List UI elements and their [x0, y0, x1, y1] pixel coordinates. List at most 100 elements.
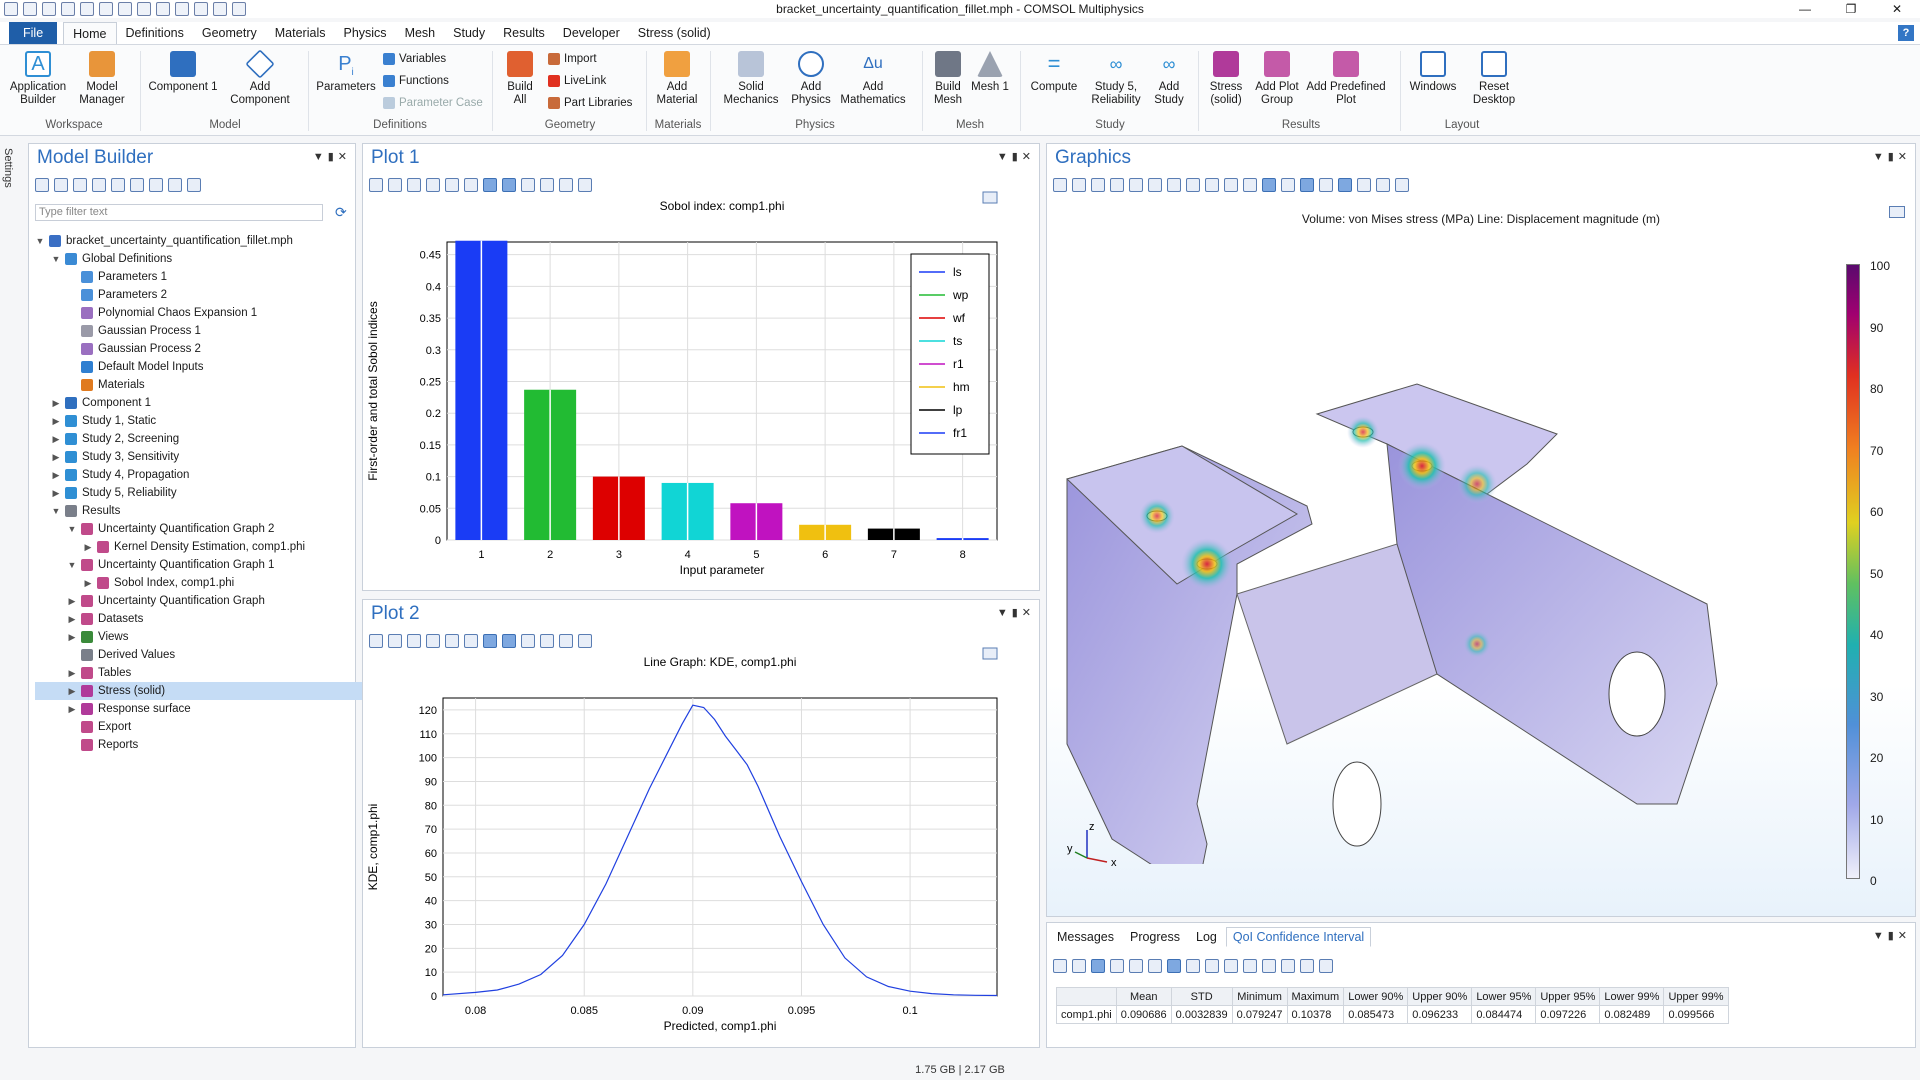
plot-table-icon[interactable]	[1243, 959, 1257, 973]
panel-controls[interactable]: ▼▮✕	[1873, 150, 1911, 163]
chevron-right-icon[interactable]: ▶	[51, 466, 61, 484]
chevron-down-icon[interactable]: ▼	[67, 520, 77, 538]
tree-item[interactable]: ▶ Study 1, Static	[35, 412, 375, 430]
minimize-button[interactable]: —	[1782, 0, 1828, 18]
tree-item[interactable]: ▶ Kernel Density Estimation, comp1.phi	[35, 538, 375, 556]
add-predefined-plot-button[interactable]: Add Predefined Plot	[1306, 51, 1386, 107]
zoom-in-icon[interactable]	[1053, 178, 1067, 192]
zoom-box-icon[interactable]	[1091, 178, 1105, 192]
tab-geometry[interactable]: Geometry	[193, 22, 266, 44]
view-3d-icon[interactable]	[1205, 178, 1219, 192]
chevron-right-icon[interactable]: ▶	[67, 664, 77, 682]
down-icon[interactable]	[92, 178, 106, 192]
scene-light-icon[interactable]	[1281, 178, 1295, 192]
collapse-icon[interactable]	[130, 178, 144, 192]
tab-qoi-confidence-interval[interactable]: QoI Confidence Interval	[1225, 927, 1372, 947]
back-icon[interactable]	[35, 178, 49, 192]
close-button[interactable]: ✕	[1874, 0, 1920, 18]
chevron-down-icon[interactable]: ▼	[51, 250, 61, 268]
graph-icon[interactable]	[1262, 959, 1276, 973]
wireframe-icon[interactable]	[1300, 178, 1314, 192]
tree-item[interactable]: ▼ Uncertainty Quantification Graph 1	[35, 556, 375, 574]
histogram-icon[interactable]	[1281, 959, 1295, 973]
add-mathematics-button[interactable]: Δu Add Mathematics	[838, 51, 908, 107]
copy-table-icon[interactable]	[1300, 959, 1314, 973]
tab-physics[interactable]: Physics	[334, 22, 395, 44]
build-mesh-button[interactable]: Build Mesh	[928, 51, 968, 107]
chevron-right-icon[interactable]: ▶	[51, 448, 61, 466]
panel-controls[interactable]: ▼▮✕	[313, 150, 351, 163]
sort-icon[interactable]	[168, 178, 182, 192]
tree-item[interactable]: ▶ Tables	[35, 664, 375, 682]
camera-icon[interactable]	[1376, 178, 1390, 192]
chevron-right-icon[interactable]: ▶	[83, 574, 93, 592]
auto-format-icon[interactable]	[1091, 959, 1105, 973]
tree-item[interactable]: Gaussian Process 1	[35, 322, 375, 340]
save-as-icon[interactable]	[80, 2, 94, 16]
panel-controls[interactable]: ▼▮✕	[1873, 929, 1911, 942]
delete-icon[interactable]	[1224, 959, 1238, 973]
tree-item[interactable]: ▶ Response surface	[35, 700, 375, 718]
add-plot-group-button[interactable]: Add Plot Group	[1250, 51, 1304, 107]
part-libraries-button[interactable]: Part Libraries	[548, 97, 632, 109]
view-yz-icon[interactable]	[1167, 178, 1181, 192]
tree-item[interactable]: ▶ Study 5, Reliability	[35, 484, 375, 502]
precision-icon[interactable]	[1129, 959, 1143, 973]
go-to-view-icon[interactable]	[1224, 178, 1238, 192]
chevron-right-icon[interactable]: ▶	[51, 412, 61, 430]
legend-toggle-icon[interactable]	[982, 647, 998, 660]
tab-progress[interactable]: Progress	[1123, 927, 1187, 947]
parameters-button[interactable]: Pi Parameters	[316, 51, 376, 94]
tab-stress-solid[interactable]: Stress (solid)	[629, 22, 720, 44]
chevron-right-icon[interactable]: ▶	[83, 538, 93, 556]
tree-item[interactable]: ▶ Stress (solid)	[35, 682, 375, 700]
grid-display-icon[interactable]	[1319, 178, 1333, 192]
tree-item[interactable]: Parameters 2	[35, 286, 375, 304]
print-icon[interactable]	[1395, 178, 1409, 192]
add-material-button[interactable]: Add Material	[652, 51, 702, 107]
functions-button[interactable]: Functions	[383, 75, 449, 87]
tree-item[interactable]: ▶ Study 3, Sensitivity	[35, 448, 375, 466]
zoom-extents-icon[interactable]	[1110, 178, 1124, 192]
precision-icon[interactable]	[1110, 959, 1124, 973]
undo-icon[interactable]	[99, 2, 113, 16]
save-icon[interactable]	[61, 2, 75, 16]
file-menu[interactable]: File	[9, 22, 58, 44]
tree-item[interactable]: ▼ Uncertainty Quantification Graph 2	[35, 520, 375, 538]
stress-solid-button[interactable]: Stress (solid)	[1204, 51, 1248, 107]
legend-toggle-icon[interactable]	[1889, 206, 1905, 218]
tab-developer[interactable]: Developer	[554, 22, 629, 44]
tree-item[interactable]: ▶ Uncertainty Quantification Graph	[35, 592, 375, 610]
chevron-right-icon[interactable]: ▶	[67, 700, 77, 718]
tree-item[interactable]: ▶ Study 4, Propagation	[35, 466, 375, 484]
bracket-3d-model[interactable]	[1057, 244, 1817, 864]
solid-mechanics-button[interactable]: Solid Mechanics	[716, 51, 786, 107]
table-row[interactable]: comp1.phi 0.090686 0.0032839 0.079247 0.1037…	[1056, 1005, 1729, 1024]
chevron-right-icon[interactable]: ▶	[67, 592, 77, 610]
tree-item[interactable]: Polynomial Chaos Expansion 1	[35, 304, 375, 322]
tree-item[interactable]: Derived Values	[35, 646, 375, 664]
tab-messages[interactable]: Messages	[1050, 927, 1121, 947]
compute-button[interactable]: = Compute	[1026, 51, 1082, 94]
columns-icon[interactable]	[1319, 959, 1333, 973]
tree-item[interactable]: Gaussian Process 2	[35, 340, 375, 358]
add-study-button[interactable]: ∞ Add Study	[1150, 51, 1188, 107]
reset-desktop-button[interactable]: Reset Desktop	[1466, 51, 1522, 107]
rotate-icon[interactable]	[1129, 178, 1143, 192]
refresh-icon[interactable]: ⟳	[335, 204, 351, 220]
chevron-down-icon[interactable]: ▼	[67, 556, 77, 574]
tree-item[interactable]: Export	[35, 718, 375, 736]
select-icon[interactable]	[1243, 178, 1257, 192]
chevron-right-icon[interactable]: ▶	[51, 430, 61, 448]
livelink-button[interactable]: LiveLink	[548, 75, 606, 87]
build-all-button[interactable]: Build All	[502, 51, 538, 107]
tree-item[interactable]: Default Model Inputs	[35, 358, 375, 376]
view-zx-icon[interactable]	[1186, 178, 1200, 192]
tab-materials[interactable]: Materials	[266, 22, 335, 44]
windows-button[interactable]: Windows	[1406, 51, 1460, 94]
chevron-right-icon[interactable]: ▶	[51, 394, 61, 412]
settings-tab[interactable]: Settings	[2, 148, 14, 188]
filter-input[interactable]: Type filter text	[35, 204, 323, 221]
full-precision-icon[interactable]	[1167, 959, 1181, 973]
import-button[interactable]: Import	[548, 53, 597, 65]
